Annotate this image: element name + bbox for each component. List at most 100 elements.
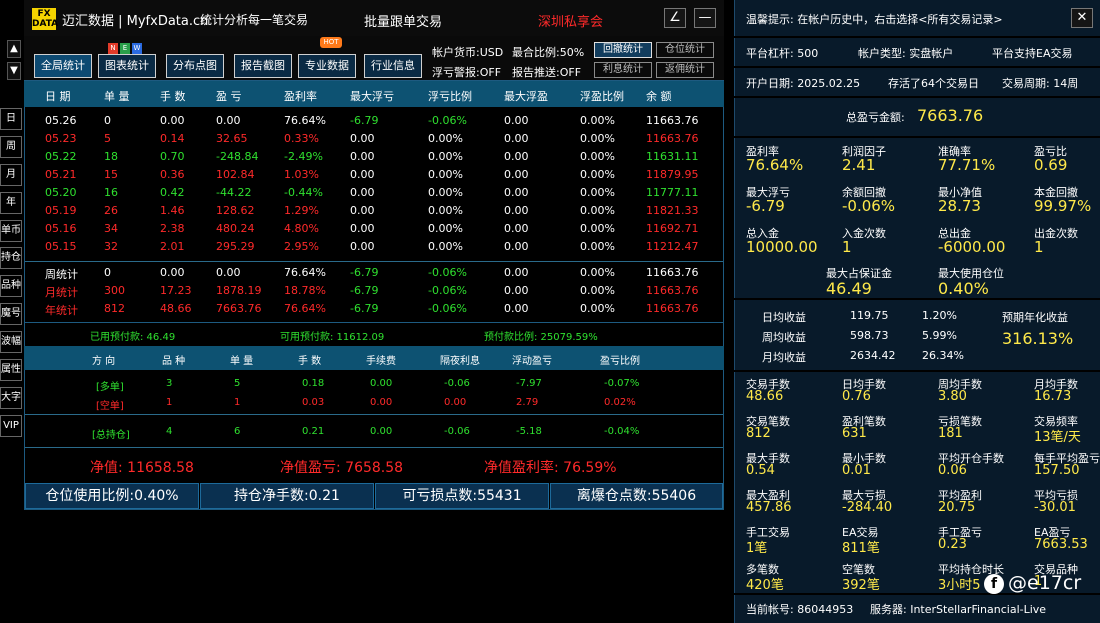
table-cell: 05.21 xyxy=(45,168,77,181)
sidebar-item-11[interactable]: VIP xyxy=(0,415,22,437)
sidebar-item-0[interactable]: 日 xyxy=(0,108,22,130)
metric-value: 0.23 xyxy=(938,537,967,552)
hint-text: 温馨提示: 在帐户历史中，右击选择<所有交易记录> xyxy=(746,13,1003,26)
minimize-button[interactable]: — xyxy=(694,8,716,28)
new-badge-n: N xyxy=(108,43,118,54)
table-cell: 05.20 xyxy=(45,186,77,199)
table-cell: 05.23 xyxy=(45,132,77,145)
avg-label: 月均收益 xyxy=(762,351,806,364)
table-cell: 0.00% xyxy=(580,222,615,235)
position-cell: 3 xyxy=(166,378,173,389)
total-position-cell: -5.18 xyxy=(516,426,542,437)
sidebar-item-2[interactable]: 月 xyxy=(0,164,22,186)
metric-value: 20.75 xyxy=(938,500,976,515)
sidebar-item-1[interactable]: 周 xyxy=(0,136,22,158)
app-title: 迈汇数据 | MyfxData.cn xyxy=(62,14,209,29)
table-cell: 128.62 xyxy=(216,204,255,217)
avg-amount: 2634.42 xyxy=(850,349,896,362)
total-pnl-label: 总盈亏金额: xyxy=(846,111,905,124)
sidebar-item-3[interactable]: 年 xyxy=(0,192,22,214)
table-cell: 0.00% xyxy=(580,150,615,163)
divider xyxy=(734,36,1100,38)
toolbar-button-5[interactable]: 行业信息 xyxy=(364,54,422,78)
table-cell: 5 xyxy=(104,132,111,145)
position-header-cell: 手 数 xyxy=(298,356,322,367)
toolbar-button-1[interactable]: 图表统计 xyxy=(98,54,156,78)
summary-cell: 11663.76 xyxy=(646,284,699,297)
account-number: 当前帐号: 86044953 xyxy=(746,603,854,616)
drawdown-stats-button[interactable]: 回撤统计 xyxy=(594,42,652,58)
table-cell: 0.00% xyxy=(580,168,615,181)
net-equity: 净值: 11658.58 xyxy=(90,460,194,476)
table-header-cell: 单 量 xyxy=(104,90,130,103)
scroll-down-icon[interactable]: ▼ xyxy=(7,62,21,80)
table-cell: 0.00 xyxy=(216,114,241,127)
position-cell: -0.07% xyxy=(604,378,640,389)
position-cell: 0.00 xyxy=(370,378,393,389)
account-type: 帐户类型: 实盘帐户 xyxy=(858,47,954,60)
annual-return-label: 预期年化收益 xyxy=(1002,311,1068,324)
summary-cell: 0.00% xyxy=(580,302,615,315)
position-cell: 0.02% xyxy=(604,397,636,408)
position-header-cell: 盈亏比例 xyxy=(600,356,640,367)
interest-stats-button[interactable]: 利息统计 xyxy=(594,62,652,78)
table-cell: 2.01 xyxy=(160,240,185,253)
metric-value: 631 xyxy=(842,426,867,441)
new-badge-e: E xyxy=(120,43,130,54)
toolbar-button-4[interactable]: 专业数据 xyxy=(298,54,356,78)
position-stats-button[interactable]: 仓位统计 xyxy=(656,42,714,58)
sidebar-item-10[interactable]: 大字 xyxy=(0,387,22,409)
table-cell: 05.19 xyxy=(45,204,77,217)
table-cell: 0.00 xyxy=(504,150,529,163)
toolbar-button-3[interactable]: 报告截图 xyxy=(234,54,292,78)
metric-value: 0.69 xyxy=(1034,156,1068,174)
metric-value: 48.66 xyxy=(746,389,784,404)
toolbar-button-2[interactable]: 分布点图 xyxy=(166,54,224,78)
position-cell: 0.00 xyxy=(444,397,467,408)
summary-cell: 76.64% xyxy=(284,266,326,279)
sidebar-item-6[interactable]: 品种 xyxy=(0,275,22,297)
edit-icon[interactable]: ∠ xyxy=(664,8,686,28)
leverage: 平台杠杆: 500 xyxy=(746,47,819,60)
table-cell: 05.15 xyxy=(45,240,77,253)
rebate-stats-button[interactable]: 返佣统计 xyxy=(656,62,714,78)
table-cell: 0.00% xyxy=(428,132,463,145)
toolbar-button-0[interactable]: 全局统计 xyxy=(34,54,92,78)
sidebar-item-7[interactable]: 魔号 xyxy=(0,303,22,325)
metric-value: 0.76 xyxy=(842,389,871,404)
table-cell: 05.22 xyxy=(45,150,77,163)
table-cell: -44.22 xyxy=(216,186,252,199)
sidebar-item-5[interactable]: 持仓 xyxy=(0,247,22,269)
position-cell: -0.06 xyxy=(444,378,470,389)
margin-ratio: 预付款比例: 25079.59% xyxy=(484,332,598,343)
table-header-cell: 盈 亏 xyxy=(216,90,242,103)
sidebar-item-8[interactable]: 波幅 xyxy=(0,331,22,353)
table-header-cell: 浮盈比例 xyxy=(580,90,624,103)
table-cell: 0.00 xyxy=(350,240,375,253)
summary-cell: -0.06% xyxy=(428,284,467,297)
scroll-up-icon[interactable]: ▲ xyxy=(7,40,21,58)
table-cell: 0.00% xyxy=(580,204,615,217)
position-header-cell: 隔夜利息 xyxy=(440,356,480,367)
avg-percent: 5.99% xyxy=(922,329,957,342)
sidebar-item-9[interactable]: 属性 xyxy=(0,359,22,381)
sidebar-item-4[interactable]: 单币 xyxy=(0,220,22,242)
metric-value: 1 xyxy=(842,238,852,256)
max-ratio: 最合比例:50% xyxy=(512,46,585,59)
avg-amount: 598.73 xyxy=(850,329,889,342)
summary-cell: 月统计 xyxy=(45,286,78,299)
table-cell: 0.00 xyxy=(504,204,529,217)
table-header-cell: 盈利率 xyxy=(284,90,317,103)
position-cell: [多单] xyxy=(96,382,124,393)
position-header-cell: 单 量 xyxy=(230,356,254,367)
table-cell: 0.00% xyxy=(580,132,615,145)
summary-cell: 0.00 xyxy=(504,266,529,279)
position-cell: -7.97 xyxy=(516,378,542,389)
table-cell: 0.00 xyxy=(350,150,375,163)
metric-value: 3小时5 xyxy=(938,578,981,593)
table-cell: 0.00 xyxy=(350,204,375,217)
table-cell: -6.79 xyxy=(350,114,379,127)
position-cell: 5 xyxy=(234,378,241,389)
close-button[interactable]: ✕ xyxy=(1071,8,1093,28)
summary-cell: -6.79 xyxy=(350,266,379,279)
